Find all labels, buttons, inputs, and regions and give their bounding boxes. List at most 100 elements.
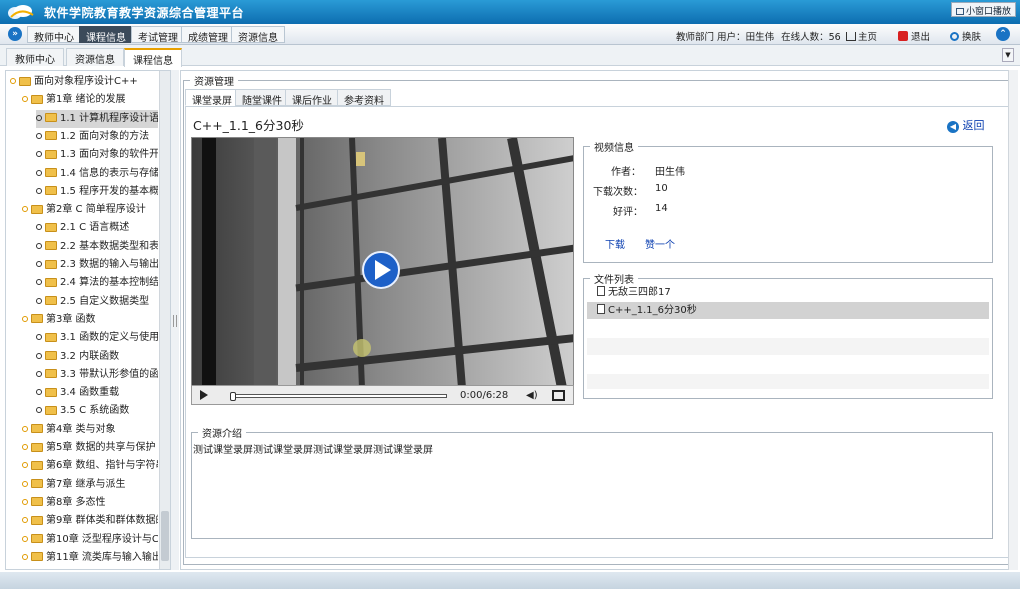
tab-class-recording[interactable]: 课堂录屏 bbox=[185, 89, 239, 107]
tree-chapter[interactable]: 第6章 数组、指针与字符串 bbox=[22, 457, 158, 475]
expand-toggle-icon[interactable] bbox=[36, 370, 42, 377]
tree-chapter[interactable]: 第7章 继承与派生 bbox=[22, 476, 158, 494]
small-window-play-button[interactable]: 小窗口播放 bbox=[950, 2, 1016, 17]
expand-toggle-icon[interactable] bbox=[22, 462, 28, 469]
tree-section[interactable]: 1.5 程序开发的基本概念 bbox=[36, 183, 158, 201]
tree-scrollbar-thumb[interactable] bbox=[161, 511, 169, 561]
tree-scrollbar[interactable] bbox=[159, 71, 170, 569]
tree-item-label: 第6章 数组、指针与字符串 bbox=[46, 460, 158, 472]
seek-thumb[interactable] bbox=[230, 392, 236, 401]
tree-section[interactable]: 2.1 C 语言概述 bbox=[36, 219, 158, 237]
home-link[interactable]: 主页 bbox=[846, 29, 877, 43]
tree-chapter[interactable]: 第10章 泛型程序设计与C++标准模板库 bbox=[22, 531, 158, 549]
tree-section[interactable]: 2.5 自定义数据类型 bbox=[36, 293, 158, 311]
page-scrollbar[interactable] bbox=[1008, 70, 1018, 570]
tree-section[interactable]: 1.1 计算机程序设计语言 bbox=[36, 109, 158, 128]
expand-toggle-icon[interactable] bbox=[36, 352, 42, 359]
tree-chapter[interactable]: 第11章 流类库与输入输出 bbox=[22, 549, 158, 567]
expand-toggle-icon[interactable] bbox=[22, 517, 28, 524]
tree-chapter[interactable]: 第2章 C 简单程序设计 bbox=[22, 201, 158, 219]
expand-toggle-icon[interactable] bbox=[36, 407, 42, 414]
tabs-dropdown-icon[interactable]: ▼ bbox=[1002, 48, 1014, 62]
tree-section[interactable]: 3.1 函数的定义与使用 bbox=[36, 329, 158, 347]
play-icon[interactable] bbox=[200, 390, 208, 400]
expand-toggle-icon[interactable] bbox=[22, 425, 28, 432]
tab-teacher-center[interactable]: 教师中心 bbox=[6, 48, 64, 66]
tree-chapter[interactable]: 第5章 数据的共享与保护 bbox=[22, 439, 158, 457]
skin-switch-link[interactable]: 换肤 bbox=[950, 29, 981, 43]
volume-icon[interactable]: ◀) bbox=[526, 390, 538, 401]
expand-toggle-icon[interactable] bbox=[36, 279, 42, 286]
expand-toggle-icon[interactable] bbox=[22, 553, 28, 560]
tree-root[interactable]: 面向对象程序设计C++ bbox=[10, 73, 158, 91]
double-arrow-right-icon[interactable]: » bbox=[8, 27, 22, 41]
expand-toggle-icon[interactable] bbox=[36, 224, 42, 231]
expand-toggle-icon[interactable] bbox=[22, 206, 28, 213]
expand-toggle-icon[interactable] bbox=[22, 480, 28, 487]
tab-homework[interactable]: 课后作业 bbox=[285, 89, 339, 107]
menu-teacher-center[interactable]: 教师中心 bbox=[27, 26, 81, 44]
menu-resource-info[interactable]: 资源信息 bbox=[231, 26, 285, 44]
expand-toggle-icon[interactable] bbox=[22, 315, 28, 322]
tree-item-label: 第2章 C 简单程序设计 bbox=[46, 204, 146, 216]
expand-toggle-icon[interactable] bbox=[22, 535, 28, 542]
tree-section[interactable]: 1.4 信息的表示与存储 bbox=[36, 165, 158, 183]
tree-section[interactable]: 3.2 内联函数 bbox=[36, 348, 158, 366]
folder-icon bbox=[31, 442, 43, 452]
download-link[interactable]: 下载 bbox=[605, 236, 625, 251]
menu-course-info[interactable]: 课程信息 bbox=[79, 26, 133, 44]
expand-toggle-icon[interactable] bbox=[36, 132, 42, 139]
file-row[interactable]: 无敌三四郎17 bbox=[587, 284, 989, 301]
expand-toggle-icon[interactable] bbox=[36, 389, 42, 396]
file-row-empty bbox=[587, 338, 989, 355]
tree-section[interactable]: 3.4 函数重载 bbox=[36, 384, 158, 402]
expand-toggle-icon[interactable] bbox=[36, 187, 42, 194]
online-label: 在线人数： bbox=[781, 32, 829, 43]
tab-class-courseware[interactable]: 随堂课件 bbox=[235, 89, 289, 107]
tree-item-label: 第4章 类与对象 bbox=[46, 423, 116, 435]
tree-chapter[interactable]: 第3章 函数 bbox=[22, 311, 158, 329]
expand-toggle-icon[interactable] bbox=[36, 297, 42, 304]
expand-toggle-icon[interactable] bbox=[36, 242, 42, 249]
folder-icon bbox=[31, 314, 43, 324]
tree-chapter[interactable]: 第1章 绪论的发展 bbox=[22, 91, 158, 109]
folder-icon bbox=[31, 534, 43, 543]
tree-section[interactable]: 3.3 带默认形参值的函数 bbox=[36, 366, 158, 384]
tab-references[interactable]: 参考资料 bbox=[337, 89, 391, 107]
like-link[interactable]: 赞一个 bbox=[645, 236, 675, 251]
file-row-empty bbox=[587, 356, 989, 373]
fullscreen-icon[interactable] bbox=[552, 390, 565, 401]
expand-toggle-icon[interactable] bbox=[36, 261, 42, 267]
tree-item-label: 3.3 带默认形参值的函数 bbox=[60, 368, 158, 380]
user-info: 教师部门 用户：田生伟 在线人数：56 bbox=[676, 29, 841, 43]
video-player[interactable] bbox=[191, 137, 574, 387]
expand-toggle-icon[interactable] bbox=[22, 498, 28, 505]
expand-toggle-icon[interactable] bbox=[36, 334, 42, 341]
seek-bar[interactable] bbox=[232, 394, 447, 398]
tab-course-info[interactable]: 课程信息 bbox=[124, 48, 182, 67]
collapse-up-icon[interactable]: ⌃ bbox=[996, 27, 1010, 41]
tree-chapter[interactable]: 第8章 多态性 bbox=[22, 494, 158, 512]
tree-section[interactable]: 1.3 面向对象的软件开发 bbox=[36, 146, 158, 164]
tree-section[interactable]: 3.5 C 系统函数 bbox=[36, 402, 158, 420]
expand-toggle-icon[interactable] bbox=[22, 444, 28, 450]
tree-section[interactable]: 1.2 面向对象的方法 bbox=[36, 128, 158, 146]
expand-toggle-icon[interactable] bbox=[22, 96, 28, 103]
tree-chapter[interactable]: 第9章 群体类和群体数据的组织 bbox=[22, 512, 158, 530]
likes-label: 好评： bbox=[613, 207, 643, 218]
menu-exam-management[interactable]: 考试管理 bbox=[131, 26, 185, 44]
expand-toggle-icon[interactable] bbox=[36, 114, 42, 121]
expand-toggle-icon[interactable] bbox=[36, 169, 42, 176]
tab-resource-info[interactable]: 资源信息 bbox=[66, 48, 124, 66]
logout-link[interactable]: 退出 bbox=[898, 29, 930, 43]
tree-chapter[interactable]: 第4章 类与对象 bbox=[22, 421, 158, 439]
back-link[interactable]: ◀ 返回 bbox=[947, 117, 985, 133]
menu-grade-management[interactable]: 成绩管理 bbox=[181, 26, 235, 44]
tree-section[interactable]: 2.3 数据的输入与输出 bbox=[36, 256, 158, 274]
expand-toggle-icon[interactable] bbox=[10, 78, 16, 84]
tree-section[interactable]: 2.2 基本数据类型和表达式 bbox=[36, 238, 158, 256]
panel-splitter[interactable] bbox=[171, 70, 179, 570]
tree-section[interactable]: 2.4 算法的基本控制结构 bbox=[36, 274, 158, 292]
expand-toggle-icon[interactable] bbox=[36, 151, 42, 158]
file-row-selected[interactable]: C++_1.1_6分30秒 bbox=[587, 302, 989, 319]
